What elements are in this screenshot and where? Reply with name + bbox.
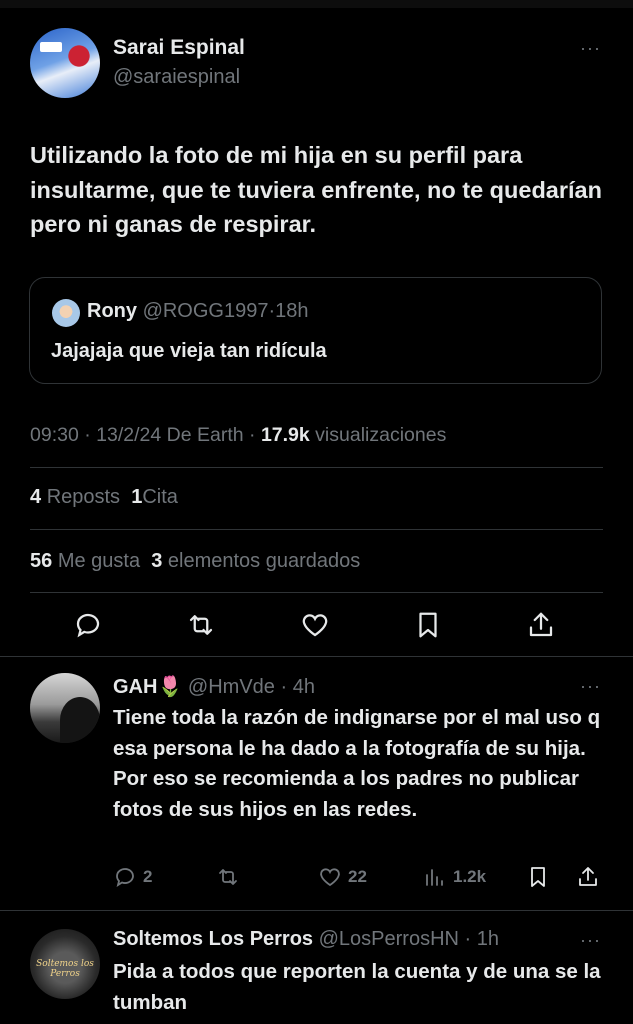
retweet-icon[interactable] — [186, 610, 216, 640]
bookmark-button[interactable] — [526, 865, 550, 889]
views-button[interactable]: 1.2k — [423, 865, 486, 889]
tweet-time[interactable]: 09:30 — [30, 424, 79, 446]
reply-actions: 2 22 1.2k — [0, 865, 633, 893]
likes-count: 56 — [30, 550, 53, 572]
more-options-icon[interactable]: ··· — [580, 930, 601, 951]
quotes-label: Cita — [142, 486, 178, 508]
reply-icon — [116, 868, 134, 887]
avatar-logo-text: Soltemos los Perros — [36, 959, 94, 979]
reply-button[interactable]: 2 — [113, 865, 152, 889]
tweet-meta: 09:30 · 13/2/24 De Earth · 17.9k visuali… — [30, 424, 447, 446]
reply-text: Pida a todos que reporten la cuenta y de… — [113, 960, 601, 1014]
quoted-author-handle: @ROGG1997 — [142, 300, 269, 322]
reply-icon[interactable] — [73, 610, 103, 640]
reply-author-handle[interactable]: @LosPerrosHN — [319, 928, 459, 950]
like-icon[interactable] — [300, 610, 330, 640]
author-name[interactable]: Sarai Espinal — [113, 36, 245, 60]
bookmark-icon[interactable] — [413, 610, 443, 640]
quotes-count: 1 — [131, 486, 143, 508]
quoted-tweet-text: Jajajaja que vieja tan ridícula — [51, 340, 327, 362]
reply-author-name[interactable]: GAH — [113, 676, 157, 698]
more-options-icon[interactable]: ··· — [580, 38, 601, 59]
share-button[interactable] — [576, 865, 600, 889]
like-button[interactable]: 22 — [318, 865, 367, 889]
more-options-icon[interactable]: ··· — [580, 676, 601, 697]
divider — [30, 467, 603, 468]
retweet-button[interactable] — [216, 865, 246, 889]
quoted-author-name: Rony — [87, 300, 137, 322]
reply-header: Soltemos Los Perros @LosPerrosHN · 1h — [113, 928, 499, 950]
share-icon[interactable] — [526, 610, 556, 640]
reply-time[interactable]: 4h — [293, 676, 315, 698]
tweet-text: Utilizando la foto de mi hija en su perf… — [30, 142, 602, 237]
retweet-icon — [219, 869, 237, 885]
author-handle[interactable]: @saraiespinal — [113, 66, 240, 89]
divider — [0, 656, 633, 657]
reply-author-avatar[interactable]: Soltemos los Perros — [30, 929, 100, 999]
tulip-emoji: 🌷 — [157, 676, 183, 698]
repost-stats[interactable]: 4 Reposts 1Cita — [30, 486, 178, 509]
quoted-tweet[interactable]: Rony @ROGG1997·18h Jajajaja que vieja ta… — [29, 277, 602, 384]
analytics-icon — [426, 869, 443, 886]
like-stats[interactable]: 56 Me gusta 3 elementos guardados — [30, 550, 360, 573]
quoted-tweet-header: Rony @ROGG1997·18h — [87, 300, 309, 323]
bookmarks-label: elementos guardados — [167, 550, 361, 572]
views-label: visualizaciones — [315, 424, 447, 446]
reply-author-name[interactable]: Soltemos Los Perros — [113, 928, 313, 950]
reposts-label: Reposts — [46, 486, 121, 508]
like-icon — [320, 868, 340, 887]
views-count: 1.2k — [453, 867, 487, 886]
divider — [0, 910, 633, 911]
reposts-count: 4 — [30, 486, 42, 508]
divider — [30, 529, 603, 530]
likes-label: Me gusta — [57, 550, 141, 572]
tweet-source: De Earth — [166, 424, 244, 446]
reply-header: GAH🌷 @HmVde · 4h — [113, 676, 315, 698]
quoted-time: 18h — [275, 300, 309, 322]
bookmarks-count: 3 — [151, 550, 163, 572]
status-strip — [0, 0, 633, 8]
reply-text: Tiene toda la razón de indignarse por el… — [113, 706, 601, 821]
divider — [30, 592, 603, 593]
like-count: 22 — [348, 867, 367, 886]
tweet-date[interactable]: 13/2/24 — [96, 424, 161, 446]
reply-count: 2 — [143, 867, 153, 886]
share-icon — [579, 867, 597, 886]
bookmark-icon — [531, 867, 545, 887]
reply-author-handle[interactable]: @HmVde — [188, 676, 275, 698]
quoted-author-avatar — [52, 299, 80, 327]
views-count: 17.9k — [260, 424, 310, 446]
author-avatar[interactable] — [30, 28, 100, 98]
reply-author-avatar[interactable] — [30, 673, 100, 743]
reply-time[interactable]: 1h — [477, 928, 499, 950]
tweet-actions — [0, 610, 633, 642]
